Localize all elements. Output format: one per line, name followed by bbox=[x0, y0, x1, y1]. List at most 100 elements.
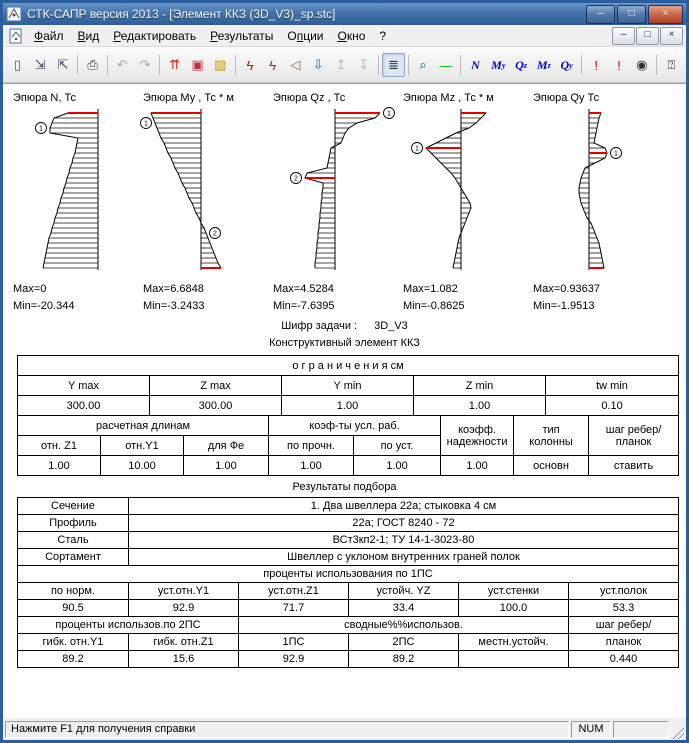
print-icon[interactable]: ⎙ bbox=[81, 53, 104, 77]
redo-icon[interactable]: ↷ bbox=[134, 53, 157, 77]
limit-label-cell: Z max bbox=[150, 376, 282, 396]
limit-label-cell: tw min bbox=[546, 376, 679, 396]
diagram-title: Эпюра Му , Тс * м bbox=[143, 92, 270, 107]
calc-all-icon[interactable]: ϟ bbox=[261, 53, 284, 77]
arrow-up-icon[interactable]: ↥ bbox=[330, 53, 353, 77]
announce-icon[interactable]: ◁ bbox=[284, 53, 307, 77]
client-area: Эпюра N, Тс 1 Max=0 Min=-20.344 Эпюра Му… bbox=[3, 83, 686, 717]
rib-step-header-cell: шаг ребер/ планок bbox=[589, 416, 679, 456]
diagram-mz: Эпюра Mz , Тс * м 1 Max=1.082 Min=-0.862… bbox=[403, 92, 530, 312]
force-n-button[interactable]: N bbox=[464, 53, 487, 77]
usage2-value-cell: 0.440 bbox=[569, 651, 679, 668]
diagram-n-plot: 1 bbox=[13, 107, 140, 275]
force-qz-button[interactable]: Qz bbox=[510, 53, 533, 77]
diagram-min: Min=-0.8625 bbox=[403, 300, 530, 312]
table-row: Сортамент Швеллер с уклоном внутренних г… bbox=[18, 549, 679, 566]
limit-value-cell: 1.00 bbox=[441, 456, 514, 476]
limit-value-cell: 1.00 bbox=[282, 396, 414, 416]
diagram-min: Min=-1.9513 bbox=[533, 300, 660, 312]
scheme-icon[interactable]: ▣ bbox=[186, 53, 209, 77]
menu-window[interactable]: Окно bbox=[331, 27, 373, 45]
force-qy-button[interactable]: Qy bbox=[555, 53, 578, 77]
toolbar-separator bbox=[107, 55, 108, 75]
download-icon[interactable]: ⇩ bbox=[307, 53, 330, 77]
menu-edit[interactable]: Редактировать bbox=[106, 27, 203, 45]
warnings-list-icon[interactable]: ! bbox=[608, 53, 631, 77]
force-mz-button[interactable]: Mz bbox=[532, 53, 555, 77]
usage1-label-cell: уст.отн.Y1 bbox=[129, 583, 239, 600]
toolbar-separator bbox=[77, 55, 78, 75]
mdi-close-button[interactable]: × bbox=[660, 27, 683, 45]
new-file-icon[interactable]: ▯ bbox=[6, 53, 29, 77]
arrow-down-icon[interactable]: ↧ bbox=[352, 53, 375, 77]
diagram-title: Эпюра Qy Тс bbox=[533, 92, 660, 107]
rel-label-cell: по уст. bbox=[354, 436, 441, 456]
hatch-display-toggle[interactable]: ≣ bbox=[382, 53, 405, 77]
mdi-restore-button[interactable]: □ bbox=[636, 27, 659, 45]
force-my-button[interactable]: My bbox=[487, 53, 510, 77]
usage1-value-cell: 71.7 bbox=[239, 600, 349, 617]
table-row: 1.00 10.00 1.00 1.00 1.00 1.00 основн ст… bbox=[18, 456, 679, 476]
usage1-value-cell: 53.3 bbox=[569, 600, 679, 617]
app-icon-graphic bbox=[6, 6, 22, 22]
usage2-label-cell: 2ПС bbox=[349, 634, 459, 651]
info-label-cell: Сталь bbox=[18, 532, 129, 549]
mdi-minimize-button[interactable]: – bbox=[612, 27, 635, 45]
menu-view[interactable]: Вид bbox=[71, 27, 107, 45]
diagram-title: Эпюра Qz , Тс bbox=[273, 92, 400, 107]
document-icon[interactable] bbox=[8, 28, 24, 44]
diagram-max: Max=4.5284 bbox=[273, 283, 400, 295]
svg-text:1: 1 bbox=[415, 146, 419, 153]
usage2-label-cell: местн.устойч. bbox=[459, 634, 569, 651]
toolbar-separator bbox=[656, 55, 657, 75]
length-header-cell: расчетная длинам bbox=[18, 416, 269, 436]
menubar: ФайлВидРедактироватьРезультатыОпцииОкно?… bbox=[3, 25, 686, 47]
diagram-max: Max=1.082 bbox=[403, 283, 530, 295]
safety-header-line2: надежности bbox=[443, 436, 511, 448]
table-row: проценты использов.по 2ПС сводные%%испол… bbox=[18, 617, 679, 634]
svg-text:2: 2 bbox=[294, 176, 298, 183]
calc-icon[interactable]: ϟ bbox=[239, 53, 262, 77]
close-button[interactable]: × bbox=[648, 5, 683, 24]
export-file-icon[interactable]: ⇱ bbox=[52, 53, 75, 77]
task-code-label: Шифр задачи : bbox=[281, 320, 357, 332]
svg-text:1: 1 bbox=[614, 151, 618, 158]
rib-step-header-cell: шаг ребер/ bbox=[569, 617, 679, 634]
percent-icon[interactable]: ▨ bbox=[209, 53, 232, 77]
column-type-line2: колонны bbox=[516, 436, 586, 448]
status-empty-pane bbox=[613, 721, 669, 738]
usage1-label-cell: уст.полок bbox=[569, 583, 679, 600]
safety-header-line1: коэфф. bbox=[443, 424, 511, 436]
minimize-button[interactable]: – bbox=[586, 5, 615, 24]
rib-step-line1: шаг ребер/ bbox=[591, 424, 676, 436]
limit-value-cell: 300.00 bbox=[150, 396, 282, 416]
update-results-icon[interactable]: ⇈ bbox=[163, 53, 186, 77]
context-help-icon[interactable]: ⍰ bbox=[660, 53, 683, 77]
limit-value-cell: 300.00 bbox=[18, 396, 150, 416]
diagram-n: Эпюра N, Тс 1 Max=0 Min=-20.344 bbox=[13, 92, 140, 312]
diagram-min: Min=-7.6395 bbox=[273, 300, 400, 312]
zoom-icon[interactable]: ⌕ bbox=[412, 53, 435, 77]
column-type-line1: тип bbox=[516, 424, 586, 436]
import-file-icon[interactable]: ⇲ bbox=[29, 53, 52, 77]
camera-icon[interactable]: ◉ bbox=[630, 53, 653, 77]
app-icon[interactable] bbox=[6, 6, 22, 22]
toolbar-separator bbox=[408, 55, 409, 75]
maximize-button[interactable]: □ bbox=[617, 5, 646, 24]
resize-grip[interactable] bbox=[671, 726, 684, 739]
green-line-icon[interactable]: — bbox=[434, 53, 457, 77]
menu-help[interactable]: ? bbox=[372, 27, 393, 45]
menu-file[interactable]: Файл bbox=[27, 27, 71, 45]
errors-list-icon[interactable]: ! bbox=[585, 53, 608, 77]
undo-icon[interactable]: ↶ bbox=[111, 53, 134, 77]
svg-text:1: 1 bbox=[144, 121, 148, 128]
usage1-title-cell: проценты использования по 1ПС bbox=[18, 566, 679, 583]
diagram-my: Эпюра Му , Тс * м 12 Max=6.6848 Min=-3.2… bbox=[143, 92, 270, 312]
svg-text:1: 1 bbox=[387, 111, 391, 118]
menu-options[interactable]: Опции bbox=[280, 27, 330, 45]
diagram-qy-plot: 1 bbox=[533, 107, 660, 275]
menu-results[interactable]: Результаты bbox=[203, 27, 280, 45]
usage2-value-cell: 89.2 bbox=[18, 651, 129, 668]
summary-header-cell: сводные%%использов. bbox=[239, 617, 569, 634]
rel-label-cell: отн.Y1 bbox=[101, 436, 184, 456]
